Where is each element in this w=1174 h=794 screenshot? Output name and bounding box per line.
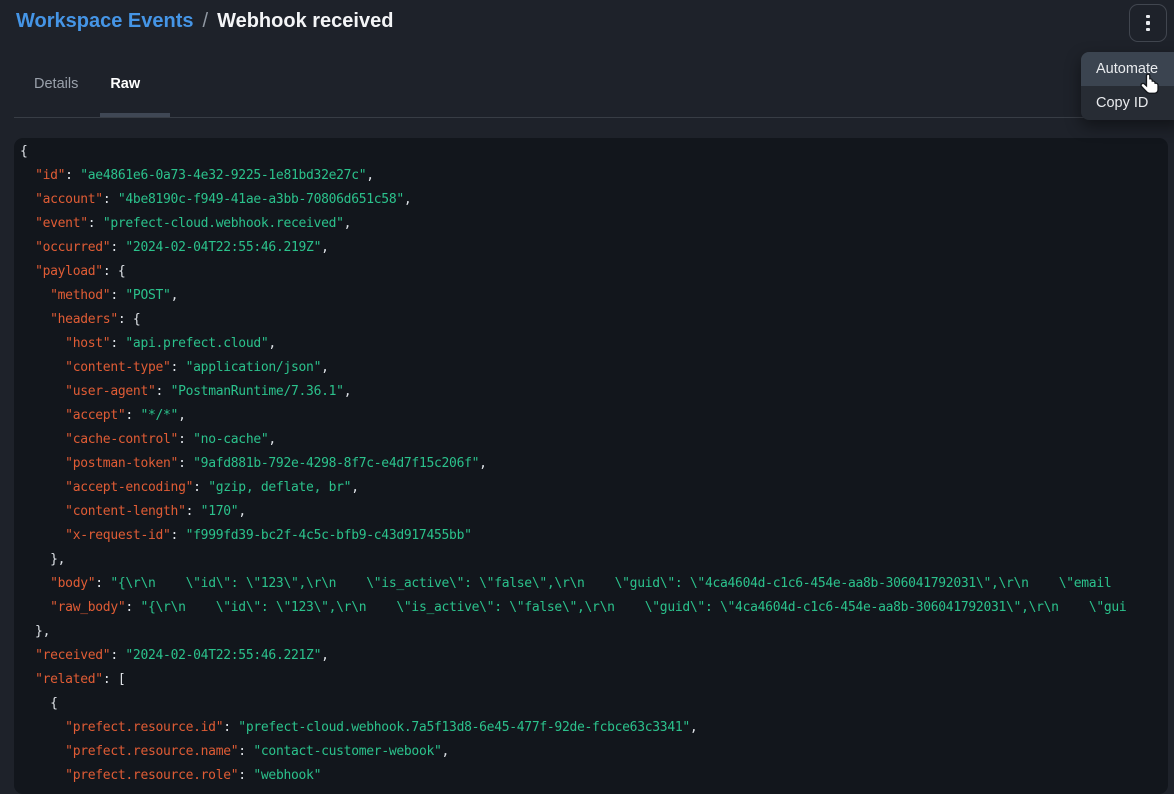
page-title: Webhook received bbox=[217, 10, 393, 33]
raw-event-json: { "id": "ae4861e6-0a73-4e32-9225-1e81bd3… bbox=[14, 138, 1168, 794]
menu-item-automate[interactable]: Automate bbox=[1081, 52, 1174, 86]
code-line: "account": "4be8190c-f949-41ae-a3bb-7080… bbox=[20, 188, 1168, 212]
tab-details[interactable]: Details bbox=[34, 76, 78, 102]
code-line: "body": "{\r\n \"id\": \"123\",\r\n \"is… bbox=[20, 572, 1168, 596]
kebab-menu-icon bbox=[1146, 15, 1150, 32]
code-line: }, bbox=[20, 548, 1168, 572]
menu-item-copy-id[interactable]: Copy ID bbox=[1081, 86, 1174, 120]
code-line: { bbox=[20, 692, 1168, 716]
code-line: "x-request-id": "f999fd39-bc2f-4c5c-bfb9… bbox=[20, 524, 1168, 548]
tab-divider bbox=[14, 117, 1160, 118]
code-line: "accept": "*/*", bbox=[20, 404, 1168, 428]
code-line: "payload": { bbox=[20, 260, 1168, 284]
more-actions-button[interactable] bbox=[1129, 4, 1167, 42]
code-line: }, bbox=[20, 620, 1168, 644]
breadcrumb: Workspace Events / Webhook received bbox=[16, 10, 393, 33]
code-line: "cache-control": "no-cache", bbox=[20, 428, 1168, 452]
active-tab-indicator bbox=[100, 113, 170, 117]
code-line: "occurred": "2024-02-04T22:55:46.219Z", bbox=[20, 236, 1168, 260]
code-line: "content-length": "170", bbox=[20, 500, 1168, 524]
code-line: "user-agent": "PostmanRuntime/7.36.1", bbox=[20, 380, 1168, 404]
code-line: "postman-token": "9afd881b-792e-4298-8f7… bbox=[20, 452, 1168, 476]
code-line: "event": "prefect-cloud.webhook.received… bbox=[20, 212, 1168, 236]
code-line: "received": "2024-02-04T22:55:46.221Z", bbox=[20, 644, 1168, 668]
code-line: "method": "POST", bbox=[20, 284, 1168, 308]
context-menu: Automate Copy ID bbox=[1081, 52, 1174, 120]
code-line: "related": [ bbox=[20, 668, 1168, 692]
code-line: "raw_body": "{\r\n \"id\": \"123\",\r\n … bbox=[20, 596, 1168, 620]
code-line: "accept-encoding": "gzip, deflate, br", bbox=[20, 476, 1168, 500]
code-line: "id": "ae4861e6-0a73-4e32-9225-1e81bd32e… bbox=[20, 164, 1168, 188]
breadcrumb-separator: / bbox=[203, 10, 209, 33]
code-line: "host": "api.prefect.cloud", bbox=[20, 332, 1168, 356]
breadcrumb-workspace-events-link[interactable]: Workspace Events bbox=[16, 10, 194, 33]
code-line: "prefect.resource.role": "webhook" bbox=[20, 764, 1168, 788]
code-line: "headers": { bbox=[20, 308, 1168, 332]
tab-bar: Details Raw bbox=[34, 76, 140, 102]
code-line: { bbox=[20, 140, 1168, 164]
code-line: "prefect.resource.id": "prefect-cloud.we… bbox=[20, 716, 1168, 740]
tab-raw[interactable]: Raw bbox=[110, 76, 140, 102]
code-line: "content-type": "application/json", bbox=[20, 356, 1168, 380]
code-line: "prefect.resource.name": "contact-custom… bbox=[20, 740, 1168, 764]
